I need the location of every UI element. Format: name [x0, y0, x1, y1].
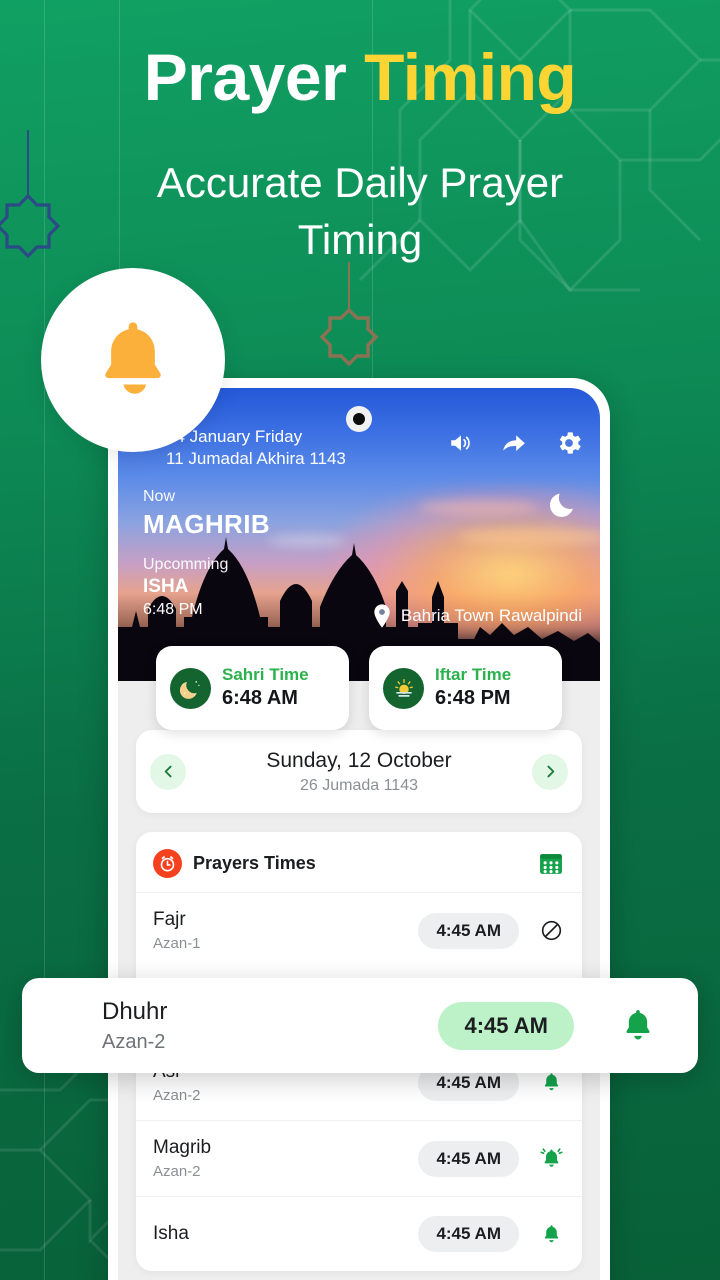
prayer-azan: Azan-2 [153, 1163, 201, 1180]
banner-subtitle: Accurate Daily Prayer Timing [156, 159, 564, 263]
sahri-text-block: Sahri Time 6:48 AM [222, 665, 309, 711]
location-block: Bahria Town Rawalpindi [372, 603, 582, 629]
date-nav-hijri: 26 Jumada 1143 [299, 776, 418, 794]
hijri-date: 11 Jumadal Akhira 1143 [166, 449, 346, 468]
bell-icon[interactable] [537, 1071, 565, 1094]
promo-banner-screen: Prayer Timing Accurate Daily Prayer Timi… [0, 0, 720, 1280]
calendar-grid-icon[interactable] [537, 850, 565, 878]
date-navigator: Sunday, 12 October 26 Jumada 1143 [136, 730, 582, 813]
table-row[interactable]: Fajr Azan-1 4:45 AM [136, 892, 582, 968]
iftar-time-card[interactable]: Iftar Time 6:48 PM [369, 646, 562, 730]
bell-ringing-icon[interactable] [537, 1146, 565, 1171]
prayer-time: 4:45 AM [418, 912, 519, 949]
date-nav-gregorian: Sunday, 12 October [266, 748, 452, 772]
moon-star-icon [170, 667, 211, 709]
prayer-azan: Azan-1 [153, 935, 201, 952]
next-day-button[interactable] [532, 753, 568, 790]
prayer-name-block: Isha [153, 1221, 418, 1247]
crescent-moon-icon [546, 488, 578, 525]
highlighted-prayer-name: Dhuhr [102, 997, 168, 1025]
sunrise-icon [383, 667, 424, 709]
location-name: Bahria Town Rawalpindi [400, 606, 582, 625]
upcoming-label: Upcomming [143, 556, 229, 573]
highlighted-prayer-name-block: Dhuhr Azan-2 [102, 996, 438, 1056]
upcoming-prayer-block: Upcomming ISHA 6:48 PM [143, 556, 228, 619]
highlighted-prayer-row[interactable]: Dhuhr Azan-2 4:45 AM [22, 978, 698, 1073]
camera-punch-hole [346, 406, 372, 432]
hero-action-icons [448, 426, 584, 458]
upcoming-prayer-time: 6:48 PM [143, 601, 203, 618]
highlighted-prayer-time: 4:45 AM [438, 1001, 574, 1050]
prayer-name-block: Magrib Azan-2 [153, 1135, 418, 1182]
prayer-azan: Azan-2 [153, 1087, 201, 1104]
iftar-text-block: Iftar Time 6:48 PM [435, 665, 511, 711]
alarm-clock-icon [153, 849, 182, 878]
prayer-name: Magrib [153, 1137, 212, 1158]
now-label: Now [143, 488, 176, 505]
prayer-time: 4:45 AM [418, 1140, 519, 1177]
sahri-title: Sahri Time [222, 665, 309, 684]
prayers-times-header: Prayers Times [136, 832, 582, 892]
table-row[interactable]: Magrib Azan-2 4:45 AM [136, 1120, 582, 1196]
share-icon[interactable] [501, 430, 527, 456]
iftar-title: Iftar Time [435, 665, 512, 684]
location-pin-icon [374, 604, 390, 628]
cloud [418, 500, 538, 515]
hero-header: 14 January Friday 11 Jumadal Akhira 1143 [140, 426, 584, 470]
iftar-time: 6:48 PM [435, 687, 511, 709]
current-prayer-block: Now MAGHRIB [143, 488, 270, 540]
sahri-time-card[interactable]: Sahri Time 6:48 AM [156, 646, 349, 730]
now-prayer-name: MAGHRIB [143, 509, 271, 539]
prev-day-button[interactable] [150, 753, 186, 790]
chevron-left-icon [164, 765, 172, 778]
prayers-times-header-left: Prayers Times [153, 849, 316, 878]
banner-title-part2: Timing [364, 40, 577, 114]
highlighted-prayer-azan: Azan-2 [102, 1030, 166, 1053]
prayer-name: Isha [153, 1223, 189, 1244]
speaker-icon[interactable] [448, 430, 474, 456]
sahri-iftar-row: Sahri Time 6:48 AM Iftar Time 6:48 PM [118, 646, 600, 730]
bell-icon[interactable] [616, 1006, 660, 1046]
upcoming-prayer-name: ISHA [143, 576, 189, 597]
phone-mockup: 14 January Friday 11 Jumadal Akhira 1143 [108, 378, 610, 1280]
date-navigator-labels: Sunday, 12 October 26 Jumada 1143 [186, 747, 532, 797]
no-bell-icon[interactable] [537, 919, 565, 942]
bell-icon [105, 322, 161, 394]
hanging-star-ornament-center [319, 262, 379, 367]
banner-title-part1: Prayer [143, 40, 347, 114]
bell-badge [41, 268, 225, 452]
bell-icon[interactable] [537, 1223, 565, 1246]
prayer-time: 4:45 AM [418, 1216, 519, 1252]
banner-title: Prayer Timing [0, 44, 720, 110]
phone-screen: 14 January Friday 11 Jumadal Akhira 1143 [118, 388, 600, 1280]
prayer-name: Fajr [153, 909, 186, 930]
sahri-time: 6:48 AM [222, 687, 298, 709]
chevron-right-icon [546, 765, 554, 778]
prayer-name-block: Fajr Azan-1 [153, 907, 418, 954]
table-row[interactable]: Isha 4:45 AM [136, 1196, 582, 1271]
prayers-times-title: Prayers Times [193, 853, 316, 873]
gear-icon[interactable] [554, 428, 584, 458]
